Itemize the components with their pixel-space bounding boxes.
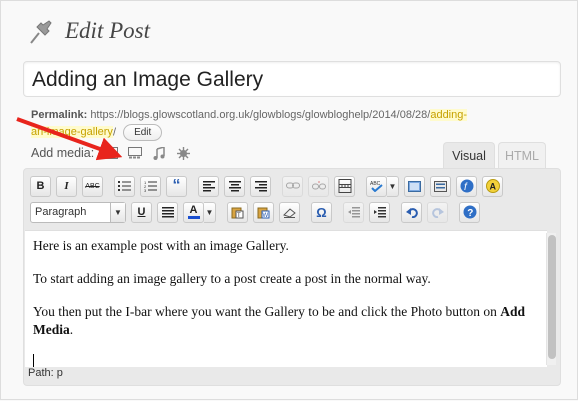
toolbar-row-2: Paragraph ▼ U A ▼ T W Ω ?: [30, 200, 485, 224]
spellcheck-icon[interactable]: ABC: [366, 175, 387, 197]
kitchen-sink-icon[interactable]: [430, 175, 451, 197]
permalink-trailing: /: [112, 126, 116, 139]
svg-text:T: T: [237, 213, 241, 219]
omega-icon[interactable]: Ω: [311, 201, 332, 223]
format-select[interactable]: Paragraph ▼: [30, 201, 126, 223]
more-tag-icon[interactable]: [334, 175, 355, 197]
align-right-icon[interactable]: [250, 175, 271, 197]
toolbar-row-1: B I ABC 123 “ ABC ▼ f A: [30, 174, 508, 198]
media-icon[interactable]: [176, 146, 190, 160]
page-header: Edit Post: [25, 15, 150, 47]
numbered-list-icon[interactable]: 123: [140, 175, 161, 197]
help-icon[interactable]: ?: [459, 201, 480, 223]
strikethrough-icon[interactable]: ABC: [82, 175, 103, 197]
post-title-input[interactable]: Adding an Image Gallery: [23, 61, 561, 97]
a-icon[interactable]: A: [482, 175, 503, 197]
svg-text:ABC: ABC: [370, 181, 381, 187]
page-title: Edit Post: [65, 18, 150, 43]
paste-text-icon[interactable]: T: [227, 201, 248, 223]
align-left-icon[interactable]: [198, 175, 219, 197]
text-cursor: [33, 354, 34, 367]
fullscreen-icon[interactable]: [404, 175, 425, 197]
tab-html[interactable]: HTML: [498, 142, 546, 169]
content-paragraph-1: Here is an example post with an image Ga…: [33, 238, 289, 253]
chevron-down-icon: ▼: [110, 202, 125, 222]
unlink-icon[interactable]: [308, 175, 329, 197]
editor-content[interactable]: Here is an example post with an image Ga…: [25, 230, 547, 367]
flash-icon[interactable]: f: [456, 175, 477, 197]
content-paragraph-2: To start adding an image gallery to a po…: [33, 271, 431, 286]
edit-post-page: Edit Post Adding an Image Gallery Permal…: [0, 0, 578, 400]
permalink-label: Permalink:: [31, 109, 88, 121]
tab-visual[interactable]: Visual: [443, 142, 495, 169]
blockquote-icon[interactable]: “: [166, 175, 187, 197]
scrollbar-thumb[interactable]: [548, 235, 556, 359]
permalink-slug-cont: an-image-gallery: [31, 126, 113, 139]
status-path: Path: p: [28, 367, 63, 379]
add-media-label: Add media:: [31, 146, 95, 160]
editor-scrollbar[interactable]: [546, 233, 556, 365]
justify-icon[interactable]: [157, 201, 178, 223]
add-media-bar: Add media:: [31, 146, 190, 160]
italic-icon[interactable]: I: [56, 175, 77, 197]
undo-icon[interactable]: [401, 201, 422, 223]
bullet-list-icon[interactable]: [114, 175, 135, 197]
outdent-icon[interactable]: [343, 201, 364, 223]
permalink-edit-button[interactable]: Edit: [123, 124, 163, 141]
link-icon[interactable]: [282, 175, 303, 197]
svg-text:W: W: [263, 213, 269, 219]
permalink-row: Permalink: https://blogs.glowscotland.or…: [31, 107, 561, 141]
pushpin-icon: [30, 20, 52, 44]
paste-word-icon[interactable]: W: [253, 201, 274, 223]
content-paragraph-3: You then put the I-bar where you want th…: [33, 304, 526, 337]
svg-text:?: ?: [467, 208, 473, 219]
gallery-icon[interactable]: [128, 146, 143, 160]
audio-icon[interactable]: [152, 146, 166, 160]
post-editor: B I ABC 123 “ ABC ▼ f A Paragraph ▼ U A …: [23, 168, 561, 386]
bold-icon[interactable]: B: [30, 175, 51, 197]
indent-icon[interactable]: [369, 201, 390, 223]
permalink-base-url: https://blogs.glowscotland.org.uk/glowbl…: [90, 109, 431, 121]
permalink-slug: adding-: [430, 109, 468, 121]
underline-icon[interactable]: U: [131, 201, 152, 223]
align-center-icon[interactable]: [224, 175, 245, 197]
text-color-icon[interactable]: A: [183, 201, 204, 223]
redo-icon[interactable]: [427, 201, 448, 223]
spellcheck-dropdown-icon[interactable]: ▼: [387, 175, 399, 197]
eraser-icon[interactable]: [279, 201, 300, 223]
svg-text:A: A: [489, 182, 496, 192]
image-icon[interactable]: [104, 146, 118, 160]
text-color-dropdown-icon[interactable]: ▼: [204, 201, 216, 223]
svg-text:3: 3: [144, 188, 147, 192]
